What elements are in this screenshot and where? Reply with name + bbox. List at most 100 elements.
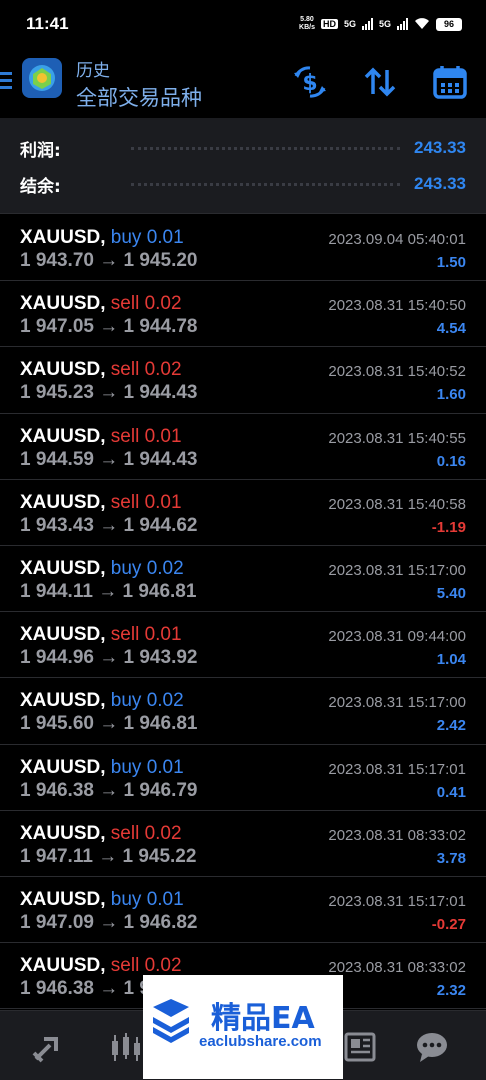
trade-side-volume: sell 0.01 [110,491,182,513]
trade-profit: 1.60 [436,386,466,404]
watermark-title: 精品EA [211,1001,315,1036]
watermark: 精品EA eaclubshare.com [143,975,343,1079]
trade-prices: 1 947.09 → 1 946.82 [20,911,198,933]
trade-symbol: XAUUSD, [20,557,106,579]
trade-profit: 1.04 [436,651,466,669]
currency-exchange-icon: $ [294,66,326,98]
trade-header: XAUUSD, buy 0.02 [20,558,184,580]
trade-side-volume: sell 0.02 [110,359,182,381]
trade-symbol: XAUUSD, [20,425,106,447]
trade-time: 2023.08.31 15:40:58 [328,495,466,513]
profit-row: 利润: 243.33 [20,130,466,166]
trade-prices: 1 944.96 → 1 943.92 [20,647,198,669]
nav-chart[interactable] [108,1029,144,1065]
app-logo-icon[interactable] [20,56,64,100]
trade-profit: 2.42 [436,717,466,735]
trade-side-volume: sell 0.01 [110,624,182,646]
trade-row[interactable]: XAUUSD, sell 0.01 1 943.43 → 1 944.62 2023… [0,480,486,546]
trade-row[interactable]: XAUUSD, sell 0.02 1 945.23 → 1 944.43 2023… [0,347,486,414]
trade-time: 2023.08.31 15:40:55 [328,429,466,447]
balance-row: 结余: 243.33 [20,166,466,202]
trade-side-volume: buy 0.01 [110,756,184,778]
trade-row[interactable]: XAUUSD, buy 0.02 1 944.11 → 1 946.81 2023.… [0,546,486,613]
trade-side-volume: sell 0.02 [110,293,182,315]
trade-row[interactable]: XAUUSD, buy 0.02 1 945.60 → 1 946.81 2023.… [0,678,486,745]
trade-header: XAUUSD, buy 0.02 [20,690,184,712]
trade-side-volume: buy 0.01 [110,227,184,248]
trade-side-volume: sell 0.02 [110,955,182,977]
trade-prices: 1 944.11 → 1 946.81 [20,580,197,602]
sort-icon [364,67,396,97]
trade-time: 2023.08.31 08:33:02 [328,959,466,977]
trade-profit: 3.78 [436,849,466,867]
battery-icon: 96 [436,17,462,31]
trade-symbol: XAUUSD, [20,822,106,844]
symbol-filter[interactable]: 全部交易品种 [76,82,202,112]
trade-prices: 1 946.38 → 1 9 [20,978,150,1000]
menu-icon[interactable] [0,72,14,92]
trade-row[interactable]: XAUUSD, sell 0.01 1 944.96 → 1 943.92 2023… [0,612,486,679]
signal-1-icon [361,18,373,30]
trade-time: 2023.08.31 15:17:01 [328,760,466,778]
trade-time: 2023.09.04 05:40:01 [328,231,466,248]
trade-symbol: XAUUSD, [20,955,106,977]
trade-symbol: XAUUSD, [20,491,106,513]
trade-time: 2023.08.31 15:17:00 [328,694,466,712]
trade-header: XAUUSD, sell 0.02 [20,823,182,845]
page-title: 历史 [76,61,110,81]
trade-prices: 1 944.59 → 1 944.43 [20,448,198,470]
trade-side-volume: sell 0.02 [110,822,182,844]
trade-time: 2023.08.31 09:44:00 [328,628,466,646]
currency-exchange-button[interactable]: $ [292,64,328,100]
trade-list: XAUUSD, buy 0.01 1 943.70 → 1 945.20 2023.… [0,215,486,1010]
trade-header: XAUUSD, sell 0.02 [20,293,182,315]
trade-symbol: XAUUSD, [20,359,106,381]
trade-prices: 1 947.11 → 1 945.22 [20,845,197,867]
trade-header: XAUUSD, sell 0.01 [20,624,182,646]
trade-profit: 5.40 [436,584,466,602]
balance-value: 243.33 [414,174,466,193]
trade-profit: -1.19 [431,518,466,536]
trade-row[interactable]: XAUUSD, buy 0.01 1 943.70 → 1 945.20 2023.… [0,215,486,282]
summary-panel: 利润: 243.33 结余: 243.33 [0,118,486,214]
status-icons: 5.80 KB/s HD 5G 5G 96 [299,16,462,32]
trade-icon [32,1037,58,1063]
profit-value: 243.33 [414,138,466,157]
calendar-button[interactable] [432,64,468,100]
signal-2-label: 5G [378,19,391,29]
trade-time: 2023.08.31 15:17:00 [328,561,466,579]
trade-side-volume: buy 0.01 [110,888,184,910]
trade-symbol: XAUUSD, [20,690,106,712]
trade-prices: 1 943.70 → 1 945.20 [20,250,198,271]
trade-row[interactable]: XAUUSD, sell 0.02 1 947.11 → 1 945.22 2023… [0,811,486,877]
sort-button[interactable] [362,64,398,100]
trade-side-volume: buy 0.02 [110,557,184,579]
trade-symbol: XAUUSD, [20,624,106,646]
trade-header: XAUUSD, sell 0.02 [20,955,182,977]
trade-profit: 0.16 [436,452,466,470]
nav-news[interactable] [342,1029,378,1065]
trade-profit: 0.41 [436,783,466,801]
signal-1-label: 5G [343,19,356,29]
nav-chat[interactable] [414,1029,450,1065]
trade-header: XAUUSD, buy 0.01 [20,227,184,249]
trade-symbol: XAUUSD, [20,227,106,248]
status-bar: 11:41 5.80 KB/s HD 5G 5G 96 [0,0,486,50]
trade-profit: 2.32 [436,982,466,1000]
trade-row[interactable]: XAUUSD, sell 0.01 1 944.59 → 1 944.43 2023… [0,414,486,480]
trade-side-volume: buy 0.02 [110,690,184,712]
signal-2-icon [397,18,408,30]
trade-row[interactable]: XAUUSD, buy 0.01 1 946.38 → 1 946.79 2023.… [0,745,486,811]
trade-time: 2023.08.31 08:33:02 [328,826,466,844]
balance-label: 结余: [20,176,61,197]
status-time: 11:41 [26,14,69,33]
trade-row[interactable]: XAUUSD, buy 0.01 1 947.09 → 1 946.82 2023.… [0,877,486,944]
trade-header: XAUUSD, sell 0.02 [20,359,182,381]
nav-trade[interactable] [30,1029,66,1065]
trade-symbol: XAUUSD, [20,888,106,910]
trade-row[interactable]: XAUUSD, sell 0.02 1 947.05 → 1 944.78 2023… [0,281,486,348]
dotted-leader [130,146,400,150]
net-speed: 5.80 KB/s [299,16,315,32]
trade-prices: 1 943.43 → 1 944.62 [20,514,198,536]
header: 历史 全部交易品种 $ [0,50,486,118]
